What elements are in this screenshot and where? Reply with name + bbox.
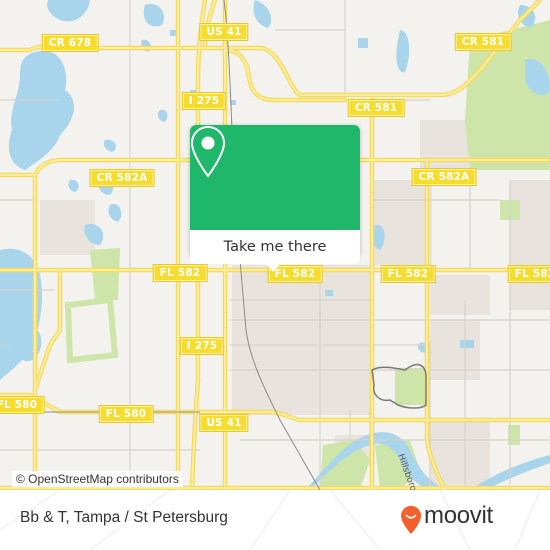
road-label-fl-580-left: FL 580	[0, 396, 45, 414]
popup-pointer	[265, 263, 281, 272]
location-title: Bb & T, Tampa / St Petersburg	[20, 509, 228, 526]
road-label-fl-580-mid: FL 580	[98, 405, 154, 423]
moovit-wordmark: moovit	[424, 502, 493, 529]
map-attribution[interactable]: © OpenStreetMap contributors	[12, 471, 183, 487]
popup-header	[190, 125, 360, 230]
road-label-us-41-bottom: US 41	[199, 414, 249, 432]
road-label-i-275-top: I 275	[181, 92, 227, 110]
road-label-cr-678: CR 678	[41, 34, 99, 52]
road-label-fl-582-1: FL 582	[152, 264, 208, 282]
road-label-cr-581-top: CR 581	[454, 33, 512, 51]
road-label-fl-582-4: FL 582	[507, 265, 550, 283]
road-label-fl-582-3: FL 582	[380, 265, 436, 283]
road-label-cr-582a-right: CR 582A	[411, 168, 477, 186]
road-label-cr-582a-left: CR 582A	[89, 169, 155, 187]
location-popup[interactable]: Take me there	[190, 125, 360, 272]
road-label-us-41-top: US 41	[199, 23, 249, 41]
moovit-logo-pin-icon	[401, 506, 421, 534]
road-label-cr-581-mid: CR 581	[347, 99, 405, 117]
road-label-i-275-bottom: I 275	[179, 337, 225, 355]
take-me-there-button[interactable]: Take me there	[190, 230, 360, 264]
map-canvas[interactable]: Hillsborough River CR 678 US 41 CR 581 I…	[0, 0, 550, 490]
map-pin-icon	[190, 125, 226, 178]
